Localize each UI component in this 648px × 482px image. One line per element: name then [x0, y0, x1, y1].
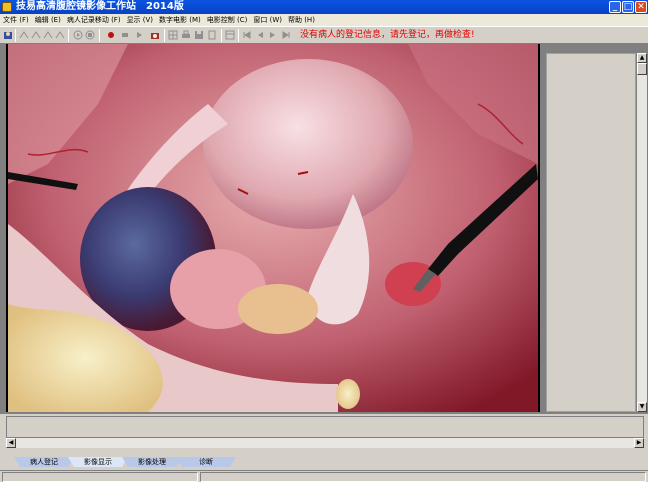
next-icon[interactable]: [268, 30, 278, 40]
minimize-button[interactable]: _: [609, 1, 621, 13]
stop-icon[interactable]: [120, 30, 130, 40]
patient-notice: 没有病人的登记信息，请先登记，再做检查!: [300, 28, 542, 42]
menu-edit[interactable]: 编辑 (E): [35, 14, 61, 26]
patient-icon[interactable]: [3, 30, 13, 40]
toolbar: 没有病人的登记信息，请先登记，再做检查!: [0, 26, 648, 44]
laparoscopic-image: [8, 44, 538, 412]
tab-patient-registration[interactable]: 病人登记: [14, 457, 74, 467]
menu-window[interactable]: 窗口 (W): [253, 14, 282, 26]
scroll-right-icon[interactable]: ▶: [634, 438, 644, 448]
scroll-thumb[interactable]: [637, 63, 647, 75]
layout-icon[interactable]: [225, 30, 235, 40]
save-icon[interactable]: [194, 30, 204, 40]
app-icon[interactable]: [2, 2, 12, 12]
menu-file[interactable]: 文件 (F): [3, 14, 29, 26]
last-icon[interactable]: [281, 30, 291, 40]
scroll-down-icon[interactable]: ▼: [637, 402, 647, 412]
playback-icon[interactable]: [134, 30, 144, 40]
info-panel: [546, 53, 636, 412]
lower-panel: [6, 416, 644, 438]
menu-patient-record-move[interactable]: 病人记录移动 (F): [67, 14, 121, 26]
menu-view[interactable]: 显示 (V): [127, 14, 153, 26]
first-icon[interactable]: [242, 30, 252, 40]
menu-digital-movie[interactable]: 数字电影 (M): [159, 14, 201, 26]
tool-4-icon[interactable]: [55, 30, 65, 40]
camera-icon[interactable]: [150, 30, 160, 40]
tool-2-icon[interactable]: [31, 30, 41, 40]
play-icon[interactable]: [73, 30, 83, 40]
status-cell-1: [2, 472, 198, 482]
print-icon[interactable]: [181, 30, 191, 40]
record-icon[interactable]: [106, 30, 116, 40]
document-icon[interactable]: [207, 30, 217, 40]
menu-help[interactable]: 帮助 (H): [288, 14, 315, 26]
status-bar: [0, 470, 648, 482]
horizontal-scrollbar[interactable]: ◀ ▶: [6, 438, 644, 448]
pause-icon[interactable]: [85, 30, 95, 40]
scroll-up-icon[interactable]: ▲: [637, 53, 647, 63]
app-window: 技易高清腹腔镜影像工作站 2014版 _ □ ✕ 文件 (F) 编辑 (E) 病…: [0, 0, 648, 482]
status-cell-2: [200, 472, 646, 482]
tool-1-icon[interactable]: [19, 30, 29, 40]
scroll-left-icon[interactable]: ◀: [6, 438, 16, 448]
previous-icon[interactable]: [255, 30, 265, 40]
grid-icon[interactable]: [168, 30, 178, 40]
vertical-scrollbar[interactable]: ▲ ▼: [637, 53, 647, 412]
window-title: 技易高清腹腔镜影像工作站 2014版: [16, 1, 184, 12]
tab-image-processing[interactable]: 影像处理: [122, 457, 182, 467]
title-bar[interactable]: 技易高清腹腔镜影像工作站 2014版 _ □ ✕: [0, 0, 648, 14]
tool-3-icon[interactable]: [43, 30, 53, 40]
main-area: ▲ ▼: [0, 44, 648, 414]
menu-bar: 文件 (F) 编辑 (E) 病人记录移动 (F) 显示 (V) 数字电影 (M)…: [0, 14, 648, 26]
tab-image-display[interactable]: 影像显示: [68, 457, 128, 467]
menu-movie-control[interactable]: 电影控制 (C): [207, 14, 248, 26]
tab-bar: 病人登记 影像显示 影像处理 诊断: [0, 456, 648, 468]
video-viewer[interactable]: [6, 44, 540, 412]
tab-diagnosis[interactable]: 诊断: [176, 457, 236, 467]
maximize-button[interactable]: □: [622, 1, 634, 13]
close-button[interactable]: ✕: [635, 1, 647, 13]
